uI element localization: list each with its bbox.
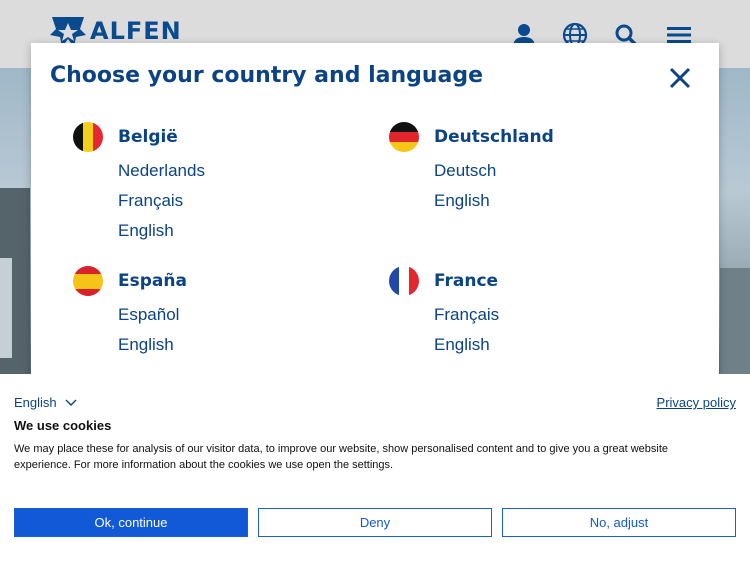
belgium-flag-icon: [73, 122, 103, 152]
cookie-language-select[interactable]: English: [14, 395, 77, 410]
spain-flag-icon: [73, 266, 103, 296]
language-link[interactable]: Español: [118, 305, 179, 325]
country-language-modal: Choose your country and language België …: [31, 43, 719, 378]
language-link[interactable]: English: [118, 221, 174, 241]
france-flag-icon: [389, 266, 419, 296]
language-link[interactable]: Deutsch: [434, 161, 496, 181]
country-name: België: [118, 127, 178, 147]
chevron-down-icon: [65, 399, 77, 406]
language-link[interactable]: Français: [118, 191, 183, 211]
cookie-title: We use cookies: [14, 418, 112, 433]
cookie-banner: English Privacy policy We use cookies We…: [0, 374, 750, 563]
privacy-policy-link[interactable]: Privacy policy: [657, 395, 736, 410]
country-name: France: [434, 271, 499, 291]
close-icon[interactable]: [667, 65, 693, 91]
language-link[interactable]: Français: [434, 305, 499, 325]
adjust-button[interactable]: No, adjust: [502, 508, 736, 537]
logo-text: ALFEN: [90, 17, 182, 45]
modal-title: Choose your country and language: [50, 63, 484, 88]
language-link[interactable]: English: [118, 335, 174, 355]
deny-button[interactable]: Deny: [258, 508, 492, 537]
language-link[interactable]: Nederlands: [118, 161, 205, 181]
germany-flag-icon: [389, 122, 419, 152]
cookie-description: We may place these for analysis of our v…: [14, 443, 669, 471]
ok-continue-button[interactable]: Ok, continue: [14, 508, 248, 537]
language-link[interactable]: English: [434, 191, 490, 211]
country-name: Deutschland: [434, 127, 554, 147]
cookie-language-label: English: [14, 395, 57, 410]
country-name: España: [118, 271, 187, 291]
language-link[interactable]: English: [434, 335, 490, 355]
